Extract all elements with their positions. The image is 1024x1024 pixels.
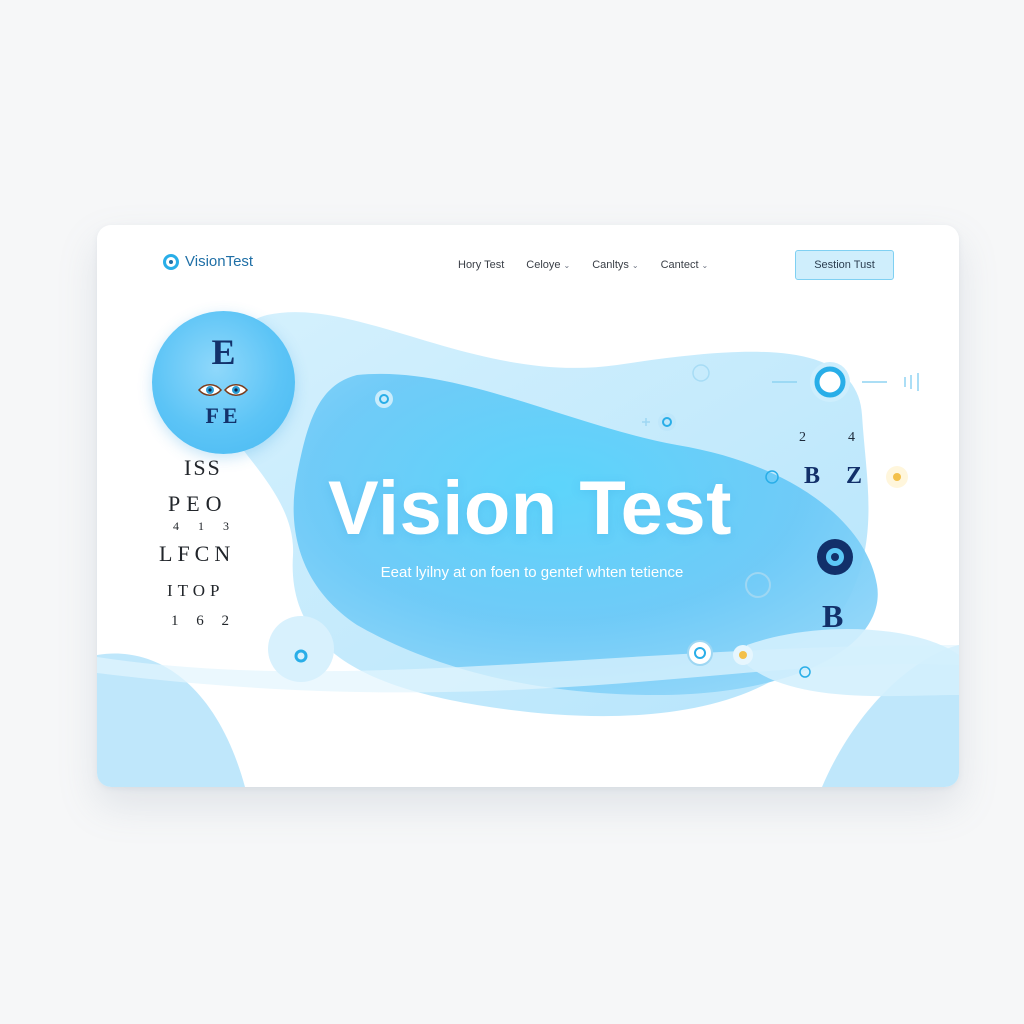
nav-item-cantect[interactable]: Cantect ⌄: [661, 259, 709, 271]
brand-name: VisionTest: [185, 253, 254, 270]
nav-item-celoye[interactable]: Celoye ⌄: [526, 259, 570, 271]
eye-chart-row: ITOP: [167, 581, 225, 600]
hero-card: VisionTest Hory Test Celoye ⌄ Canltys ⌄ …: [97, 225, 959, 787]
nav-item-hory-test[interactable]: Hory Test: [458, 259, 504, 271]
chevron-down-icon: ⌄: [563, 260, 571, 270]
badge-top-letter: E: [211, 332, 236, 372]
floating-letter: B: [822, 598, 844, 634]
eye-chart-row: 1 6 2: [171, 613, 236, 629]
nav-item-label: Cantect: [660, 259, 699, 271]
nav-item-label: Celoye: [526, 259, 561, 271]
nav-item-label: Canltys: [592, 259, 629, 271]
nav-item-label: Hory Test: [458, 259, 505, 271]
badge-bottom-letters: FE: [205, 403, 242, 428]
chevron-down-icon: ⌄: [701, 260, 709, 270]
floating-number: 4: [848, 430, 855, 445]
eyes-icon: [198, 384, 248, 396]
main-nav: Hory Test Celoye ⌄ Canltys ⌄ Cantect ⌄: [458, 259, 708, 271]
floating-number: 2: [799, 430, 806, 445]
nav-item-canltys[interactable]: Canltys ⌄: [592, 259, 638, 271]
start-test-button[interactable]: Sestion Tust: [795, 250, 894, 280]
brand-logo[interactable]: VisionTest: [163, 253, 253, 270]
eye-logo-icon: [163, 253, 179, 270]
chevron-down-icon: ⌄: [631, 260, 639, 270]
eye-chart-badge: E FE: [152, 311, 295, 454]
floating-letters: B Z: [804, 463, 873, 489]
hero-subtitle: Eeat lyilny at on foen to gentef whten t…: [380, 564, 684, 581]
